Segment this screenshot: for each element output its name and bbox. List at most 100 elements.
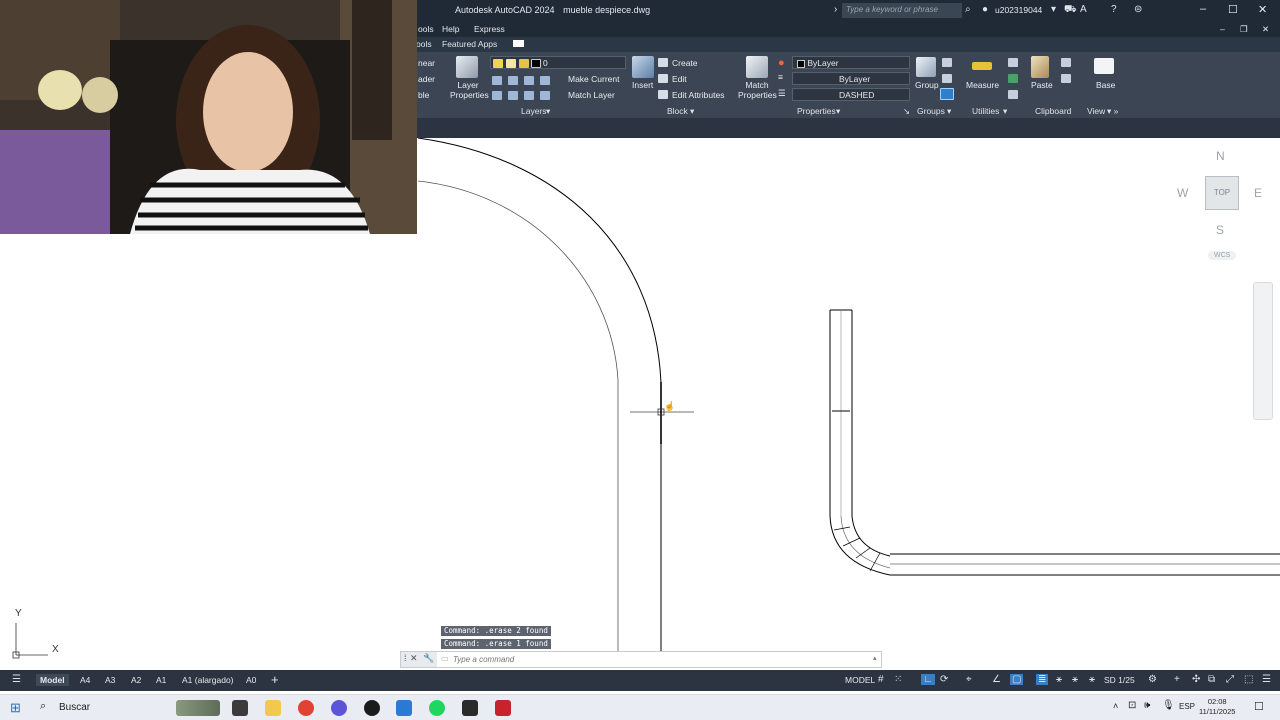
taskbar-clock[interactable]: 02:08 11/11/2025 — [1199, 697, 1235, 717]
match-layer-button[interactable]: Match Layer — [568, 90, 615, 100]
edit-attributes-icon[interactable] — [658, 90, 668, 99]
search-highlight-image[interactable] — [176, 700, 220, 716]
lineweight-dropdown[interactable]: ByLayer — [792, 72, 910, 85]
help-search-input[interactable]: Type a keyword or phrase — [842, 3, 962, 18]
chevron-right-icon[interactable]: › — [834, 4, 837, 15]
hamburger-menu-icon[interactable]: ☰ — [12, 674, 21, 685]
workspace-gear-icon[interactable]: ⚙ — [1148, 674, 1157, 685]
layer-tool-icon[interactable] — [492, 76, 502, 85]
edit-block-icon[interactable] — [658, 74, 668, 83]
paste-icon[interactable] — [1031, 56, 1049, 78]
layers-panel-title[interactable]: Layers — [521, 106, 547, 116]
paste-button[interactable]: Paste — [1031, 80, 1053, 90]
group-edit-icon[interactable] — [942, 74, 952, 83]
base-button[interactable]: Base — [1096, 80, 1115, 90]
customize-icon[interactable]: ☰ — [1262, 674, 1271, 685]
tab-tools[interactable]: ools — [416, 39, 432, 49]
grip-icon[interactable]: ⁞ — [404, 653, 407, 663]
autocad-icon[interactable] — [495, 700, 511, 716]
chevron-down-icon[interactable]: ▾ — [690, 106, 694, 117]
file-explorer-icon[interactable] — [265, 700, 281, 716]
edit-button[interactable]: Edit — [672, 74, 687, 84]
hardware-accel-icon[interactable]: ⧉ — [1208, 674, 1215, 685]
create-button[interactable]: Create — [672, 58, 698, 68]
fullscreen-icon[interactable]: ⬚ — [1244, 674, 1253, 685]
add-layout-icon[interactable]: + — [271, 672, 279, 687]
notifications-icon[interactable]: ☐ — [1254, 700, 1264, 713]
spotify-icon[interactable] — [429, 700, 445, 716]
properties-panel-title[interactable]: Properties — [797, 106, 836, 116]
grid-icon[interactable]: # — [878, 674, 884, 685]
copy-icon[interactable] — [1061, 58, 1071, 67]
utilities-panel-title[interactable]: Utilities — [972, 106, 999, 116]
maximize-icon[interactable]: ☐ — [1228, 3, 1238, 16]
viewcube-top-face[interactable]: TOP — [1205, 176, 1239, 210]
block-panel-title[interactable]: Block — [667, 106, 688, 116]
group-button[interactable]: Group — [915, 80, 939, 90]
layer-tool-icon[interactable] — [492, 91, 502, 100]
make-current-button[interactable]: Make Current — [568, 74, 620, 84]
chrome-icon[interactable] — [298, 700, 314, 716]
tray-chevron-icon[interactable]: ˄ — [1113, 701, 1118, 711]
linetype-dropdown[interactable]: DASHED — [792, 88, 910, 101]
layout-tab-a1-alargado[interactable]: A1 (alargado) — [178, 674, 238, 686]
measure-button[interactable]: Measure — [966, 80, 999, 90]
layout-tab-a0[interactable]: A0 — [242, 674, 260, 686]
viewcube-west[interactable]: W — [1177, 186, 1188, 200]
chevron-down-icon[interactable]: ▾ » — [1107, 106, 1118, 117]
utility-icon[interactable] — [1008, 58, 1018, 67]
layer-properties-icon[interactable] — [456, 56, 478, 78]
corner-inner[interactable] — [851, 515, 891, 557]
clean-screen-icon[interactable]: ⤢ — [1226, 674, 1234, 685]
app-icon[interactable] — [364, 700, 380, 716]
doc-close-icon[interactable]: ✕ — [1262, 24, 1269, 35]
layout-tab-model[interactable]: Model — [36, 674, 69, 686]
insert-button[interactable]: Insert — [632, 80, 653, 90]
inner-curved-edge[interactable] — [417, 180, 619, 667]
chevron-down-icon[interactable]: ▾ — [546, 106, 550, 117]
partial-label-2[interactable]: ader — [418, 74, 435, 84]
layer-tool-icon[interactable] — [508, 76, 518, 85]
dynamic-input-icon[interactable]: ▢ — [1010, 674, 1024, 685]
annotation-scale-icon[interactable]: ⚹ — [1089, 674, 1095, 685]
base-view-icon[interactable] — [1094, 58, 1114, 74]
windows-start-icon[interactable]: ⊞ — [10, 700, 21, 716]
ribbon-toggle-icon[interactable] — [513, 40, 524, 47]
help-icon[interactable]: ? — [1111, 4, 1117, 15]
utility-icon[interactable] — [1008, 74, 1018, 83]
layout-tab-a2[interactable]: A2 — [127, 674, 145, 686]
command-input[interactable] — [453, 653, 853, 666]
snap-icon[interactable]: ⁙ — [894, 674, 902, 685]
match-layer-icon[interactable] — [540, 91, 550, 100]
doc-restore-icon[interactable]: ❐ — [1240, 24, 1248, 35]
copy-clip-icon[interactable] — [1061, 74, 1071, 83]
chevron-down-icon[interactable]: ▾ — [1003, 106, 1007, 117]
color-dropdown[interactable]: ByLayer — [792, 56, 910, 69]
model-space-button[interactable]: MODEL — [841, 674, 879, 686]
menu-item-express[interactable]: Express — [474, 24, 505, 34]
user-name[interactable]: u202319044 — [995, 5, 1042, 15]
insert-block-icon[interactable] — [632, 56, 654, 78]
close-icon[interactable]: ✕ — [1258, 3, 1267, 16]
ungroup-icon[interactable] — [942, 58, 952, 67]
clipboard-panel-title[interactable]: Clipboard — [1035, 106, 1071, 116]
polar-icon[interactable]: ⟳ — [940, 674, 948, 685]
layout-tab-a4[interactable]: A4 — [76, 674, 94, 686]
viewcube-north[interactable]: N — [1216, 149, 1225, 163]
task-view-icon[interactable] — [232, 700, 248, 716]
customize-wrench-icon[interactable]: 🔧 — [423, 653, 434, 664]
panel-launcher-icon[interactable]: ↘ — [903, 106, 910, 117]
layer-properties-button[interactable]: Layer Properties — [450, 80, 489, 100]
command-history-toggle-icon[interactable]: ▴ — [873, 654, 877, 662]
group-select-icon[interactable] — [940, 88, 954, 100]
isolate-icon[interactable]: ✣ — [1192, 674, 1200, 685]
chevron-down-icon[interactable]: ▾ — [836, 106, 840, 117]
microphone-icon[interactable]: 🎙 — [1162, 700, 1175, 711]
user-icon[interactable]: ● — [982, 4, 988, 15]
photos-icon[interactable] — [396, 700, 412, 716]
layout-tab-a3[interactable]: A3 — [101, 674, 119, 686]
annotation-visibility-icon[interactable]: ⚹ — [1072, 674, 1078, 685]
share-icon[interactable]: ⊜ — [1134, 4, 1142, 15]
menu-item-help[interactable]: Help — [442, 24, 459, 34]
viewcube-east[interactable]: E — [1254, 186, 1262, 200]
